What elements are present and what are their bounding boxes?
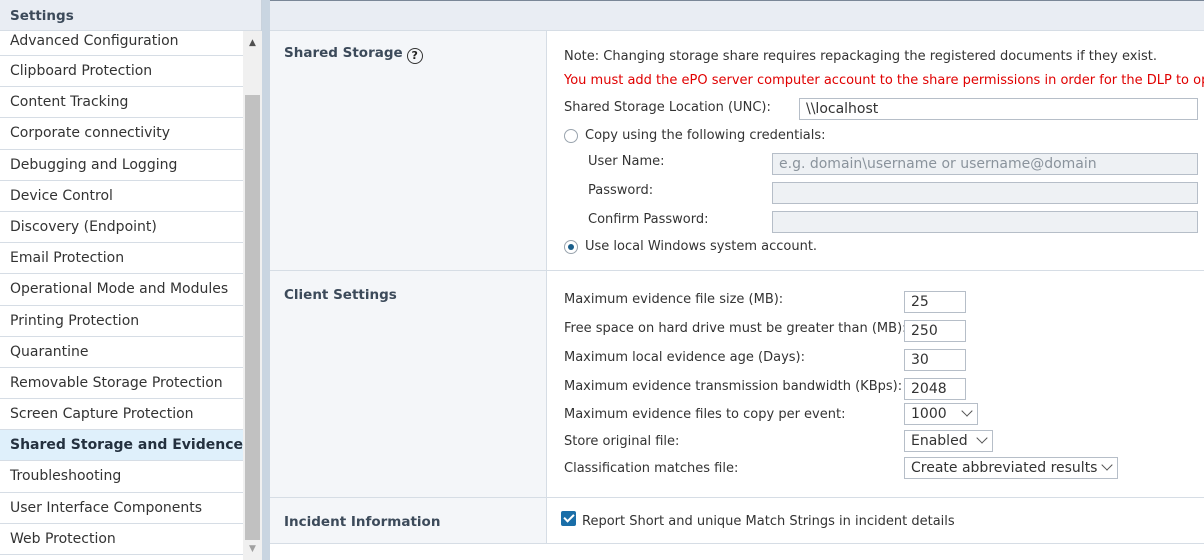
client-settings-section: Client Settings Maximum evidence file si… [270,271,1204,498]
help-icon[interactable]: ? [406,47,423,64]
bandwidth-input[interactable]: 2048 [904,378,966,400]
confirm-password-label: Confirm Password: [588,212,709,227]
store-original-label: Store original file: [564,434,680,449]
sidebar-item-debugging-and-logging[interactable]: Debugging and Logging [0,150,243,181]
files-per-event-label: Maximum evidence files to copy per event… [564,407,846,422]
free-space-input[interactable]: 250 [904,320,966,342]
max-file-size-input[interactable]: 25 [904,291,966,313]
username-input[interactable]: e.g. domain\username or username@domain [772,153,1198,175]
sidebar-list: Advanced Configuration Clipboard Protect… [0,31,243,560]
shared-storage-section: Shared Storage? Note: Changing storage s… [270,31,1204,271]
shared-storage-body: Note: Changing storage share requires re… [547,31,1204,270]
sidebar-item-discovery-endpoint[interactable]: Discovery (Endpoint) [0,212,243,244]
store-original-value: Enabled [911,433,968,449]
report-match-strings-checkbox[interactable] [561,511,576,526]
report-match-strings-label: Report Short and unique Match Strings in… [582,514,955,529]
files-per-event-value: 1000 [911,406,947,422]
main-panel: Shared Storage? Note: Changing storage s… [270,0,1204,560]
files-per-event-select[interactable]: 1000 [904,403,978,425]
permissions-warning: You must add the ePO server computer acc… [564,73,1204,88]
incident-body: Report Short and unique Match Strings in… [547,498,1204,543]
sidebar-item-troubleshooting[interactable]: Troubleshooting [0,461,243,493]
sidebar-item-clipboard-protection[interactable]: Clipboard Protection [0,56,243,88]
shared-storage-label: Shared Storage? [270,31,547,270]
client-settings-body: Maximum evidence file size (MB): 25 Free… [547,271,1204,497]
copy-credentials-radio[interactable] [564,129,578,143]
sidebar-title: Settings [0,0,261,31]
local-account-radio[interactable] [564,240,578,254]
chevron-down-icon [961,405,973,417]
password-input[interactable] [772,182,1198,204]
sidebar-scrollbar[interactable]: ▲ ▼ [243,31,262,560]
store-original-select[interactable]: Enabled [904,430,993,452]
scroll-down-arrow-icon[interactable]: ▼ [243,538,262,560]
confirm-password-input[interactable] [772,211,1198,233]
sidebar-item-operational-mode[interactable]: Operational Mode and Modules [0,274,243,306]
shared-storage-title: Shared Storage [284,45,403,61]
chevron-down-icon [1101,459,1113,471]
sidebar-item-user-interface-components[interactable]: User Interface Components [0,493,243,524]
sidebar-item-device-control[interactable]: Device Control [0,181,243,212]
storage-location-label: Shared Storage Location (UNC): [564,100,771,115]
username-label: User Name: [588,154,665,169]
classification-select[interactable]: Create abbreviated results [904,457,1118,479]
max-age-label: Maximum local evidence age (Days): [564,350,805,365]
client-settings-title: Client Settings [284,287,397,303]
max-file-size-label: Maximum evidence file size (MB): [564,292,784,307]
sidebar-item-content-tracking[interactable]: Content Tracking [0,87,243,119]
sidebar-item-quarantine[interactable]: Quarantine [0,337,243,368]
sidebar-item-corporate-connectivity[interactable]: Corporate connectivity [0,118,243,150]
repackaging-note: Note: Changing storage share requires re… [564,49,1158,64]
incident-label: Incident Information [270,498,547,543]
chevron-down-icon [976,432,988,444]
scroll-up-arrow-icon[interactable]: ▲ [243,31,262,55]
incident-section: Incident Information Report Short and un… [270,498,1204,544]
sidebar-item-printing-protection[interactable]: Printing Protection [0,306,243,337]
panel-splitter[interactable] [262,0,270,560]
scroll-thumb[interactable] [245,95,260,540]
incident-title: Incident Information [284,514,441,530]
main-header-bar [270,0,1204,31]
local-account-label: Use local Windows system account. [585,239,818,254]
sidebar-item-removable-storage-protection[interactable]: Removable Storage Protection [0,368,243,400]
client-settings-label: Client Settings [270,271,547,497]
copy-credentials-label: Copy using the following credentials: [585,128,826,143]
sidebar-item-web-protection[interactable]: Web Protection [0,524,243,555]
storage-location-input[interactable]: \\localhost [799,98,1198,120]
sidebar-item-advanced-configuration[interactable]: Advanced Configuration [0,31,243,56]
classification-label: Classification matches file: [564,461,739,476]
free-space-label: Free space on hard drive must be greater… [564,321,907,336]
sidebar-item-shared-storage-and-evidence[interactable]: Shared Storage and Evidence [0,430,243,462]
sidebar-item-screen-capture-protection[interactable]: Screen Capture Protection [0,399,243,431]
sidebar-item-email-protection[interactable]: Email Protection [0,243,243,275]
classification-value: Create abbreviated results [911,460,1098,476]
max-age-input[interactable]: 30 [904,349,966,371]
password-label: Password: [588,183,654,198]
bandwidth-label: Maximum evidence transmission bandwidth … [564,379,903,394]
settings-sidebar: Settings Advanced Configuration Clipboar… [0,0,262,560]
